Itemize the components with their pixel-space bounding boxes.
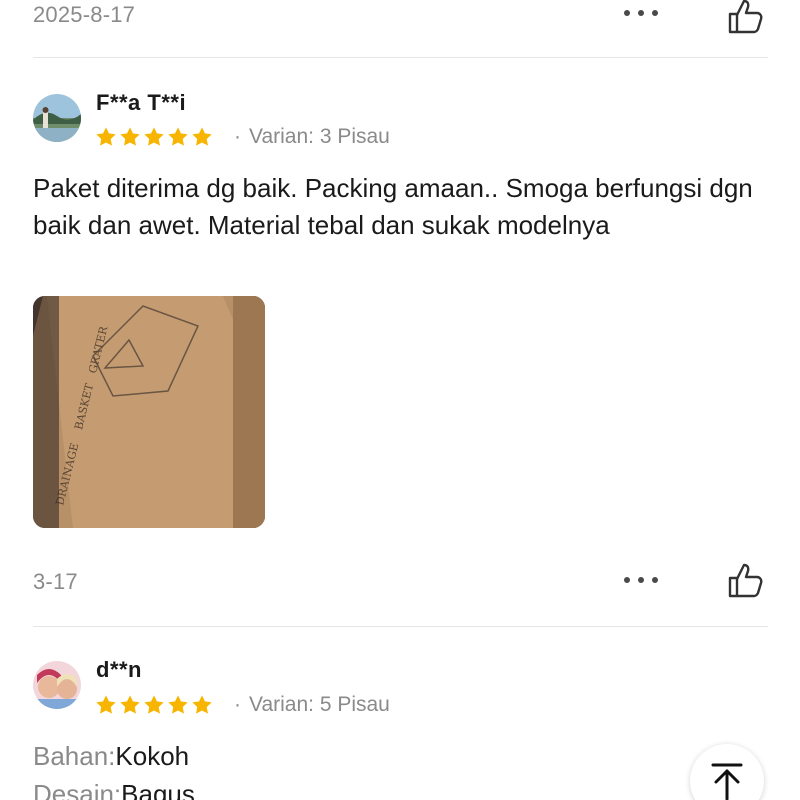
review-divider (33, 626, 768, 627)
star-icon (168, 127, 188, 146)
attribute-key: Bahan: (33, 741, 116, 771)
reviewer-name: d**n (96, 657, 142, 682)
review-date: 3-17 (33, 569, 78, 594)
more-options-icon[interactable] (624, 8, 658, 18)
review-date: 2025-8-17 (33, 2, 136, 27)
star-icon (144, 127, 164, 146)
thumbs-up-icon[interactable] (726, 0, 766, 36)
reviewer-name: F**a T**i (96, 90, 187, 115)
avatar[interactable] (33, 94, 81, 142)
star-icon (168, 695, 188, 714)
star-icon (120, 695, 140, 714)
separator-dot: · (234, 125, 241, 148)
star-icon (120, 127, 140, 146)
variant-label: · Varian: 5 Pisau (224, 693, 390, 717)
star-rating (95, 126, 213, 148)
variant-label: · Varian: 3 Pisau (224, 125, 390, 149)
variant-text: Varian: 5 Pisau (249, 693, 390, 716)
star-rating (95, 694, 213, 716)
thumbs-up-icon[interactable] (726, 560, 766, 600)
attribute-value: Bagus (121, 779, 195, 800)
review-attribute: Bahan:Kokoh (33, 737, 189, 775)
arrow-up-to-top-icon (711, 763, 743, 800)
review-photo[interactable]: DRAINAGE BASKET GRATER (33, 296, 265, 528)
avatar[interactable] (33, 661, 81, 709)
attribute-value: Kokoh (115, 741, 190, 771)
separator-dot: · (234, 693, 241, 716)
star-icon (144, 695, 164, 714)
star-icon (96, 127, 116, 146)
star-icon (192, 127, 212, 146)
back-to-top-button[interactable] (690, 744, 764, 800)
review-text: Paket diterima dg baik. Packing amaan.. … (33, 173, 753, 240)
attribute-key: Desain: (33, 779, 122, 800)
review-attribute: Desain:Bagus (33, 775, 195, 800)
variant-text: Varian: 3 Pisau (249, 125, 390, 148)
more-options-icon[interactable] (624, 575, 658, 585)
star-icon (96, 695, 116, 714)
star-icon (192, 695, 212, 714)
review-divider (33, 57, 768, 58)
